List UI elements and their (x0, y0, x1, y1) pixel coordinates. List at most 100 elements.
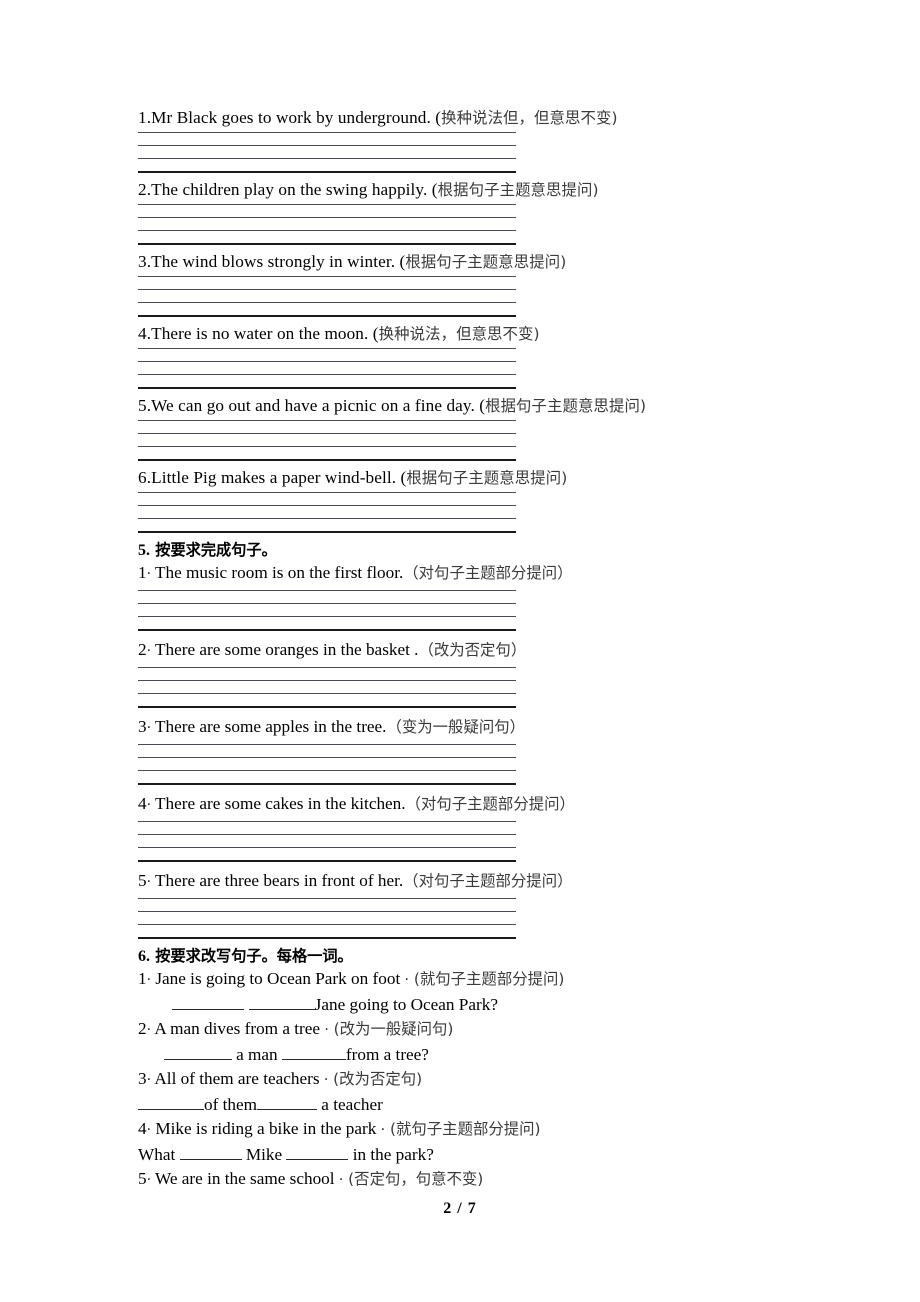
section5-item-1: 1· The music room is on the first floor.… (138, 561, 838, 638)
answer-suffix: a teacher (316, 1095, 383, 1114)
item-text: 1· The music room is on the first floor.… (138, 561, 838, 586)
item-chinese-hint: （对句子主题部分提问） (403, 564, 573, 582)
item-number: 3 (138, 717, 147, 736)
answer-rule (138, 590, 516, 591)
answer-rule (138, 821, 516, 822)
item-number: 3 (138, 1069, 147, 1088)
answer-rule (138, 505, 516, 506)
answer-ruling[interactable] (138, 586, 516, 638)
section-5-title: 按要求完成句子。 (150, 541, 277, 559)
answer-rule (138, 911, 516, 912)
item-chinese-hint: （对句子主题部分提问） (405, 795, 575, 813)
item-text: 1· Jane is going to Ocean Park on foot ·… (138, 967, 838, 992)
section-5-number: 5. (138, 542, 150, 559)
question-chinese-hint: 换种说法但，但意思不变 (441, 109, 612, 127)
page-number: 2 / 7 (443, 1200, 477, 1217)
answer-suffix: from a tree? (345, 1045, 429, 1064)
question-paren-close: ) (560, 253, 567, 271)
answer-ruling[interactable] (138, 128, 516, 180)
answer-prefix (138, 1045, 164, 1064)
section5-item-3: 3· There are some apples in the tree.（变为… (138, 715, 838, 792)
answer-rule (138, 706, 516, 708)
answer-blank[interactable] (248, 994, 315, 1010)
section-6-heading: 6. 按要求改写句子。每格一词。 (138, 946, 838, 967)
question-text: 6.Little Pig makes a paper wind-bell. (根… (138, 468, 838, 488)
answer-rule (138, 603, 516, 604)
answer-rule (138, 847, 516, 848)
answer-rule (138, 387, 516, 389)
item-english: We are in the same school (151, 1169, 339, 1188)
item-text: 5· We are in the same school · (否定句，句意不变… (138, 1167, 838, 1192)
question-chinese-hint: 根据句子主题意思提问 (485, 397, 640, 415)
question-group-3: 3.The wind blows strongly in winter. (根据… (138, 252, 838, 324)
item-text: 5· There are three bears in front of her… (138, 869, 838, 894)
page-content: 1.Mr Black goes to work by underground. … (138, 108, 838, 1192)
question-paren-close: ) (592, 181, 599, 199)
section6-item-4: 4· Mike is riding a bike in the park · (… (138, 1117, 838, 1167)
answer-rule (138, 667, 516, 668)
question-group-4: 4.There is no water on the moon. (换种说法，但… (138, 324, 838, 396)
answer-blank[interactable] (256, 1094, 317, 1110)
item-text: 4· There are some cakes in the kitchen.（… (138, 792, 838, 817)
answer-rule (138, 217, 516, 218)
answer-blank[interactable] (138, 1094, 204, 1110)
answer-rule (138, 898, 516, 899)
answer-suffix: in the park? (348, 1145, 434, 1164)
item-chinese-hint: (否定句，句意不变) (343, 1170, 484, 1188)
answer-rule (138, 420, 516, 421)
answer-middle: Mike (241, 1145, 287, 1164)
question-text: 2.The children play on the swing happily… (138, 180, 838, 200)
item-english: Mike is riding a bike in the park (151, 1119, 381, 1138)
section-5-heading: 5. 按要求完成句子。 (138, 540, 838, 561)
answer-ruling[interactable] (138, 272, 516, 324)
question-group-5: 5.We can go out and have a picnic on a f… (138, 396, 838, 468)
item-chinese-hint: (就句子主题部分提问) (408, 970, 565, 988)
item-number: 1 (138, 969, 147, 988)
answer-blank[interactable] (179, 1144, 242, 1160)
answer-rule (138, 783, 516, 785)
answer-ruling[interactable] (138, 663, 516, 715)
answer-rule (138, 616, 516, 617)
item-number: 4 (138, 1119, 147, 1138)
answer-ruling[interactable] (138, 894, 516, 946)
answer-rule (138, 680, 516, 681)
answer-ruling[interactable] (138, 817, 516, 869)
item-english: A man dives from a tree (151, 1019, 325, 1038)
item-english: There are some oranges in the basket . (151, 640, 419, 659)
answer-ruling[interactable] (138, 344, 516, 396)
answer-middle: of them (204, 1095, 257, 1114)
question-english: 6.Little Pig makes a paper wind-bell. ( (138, 468, 407, 487)
answer-rule (138, 276, 516, 277)
answer-blank[interactable] (286, 1144, 349, 1160)
answer-ruling[interactable] (138, 740, 516, 792)
answer-middle: a man (231, 1045, 282, 1064)
answer-suffix: Jane going to Ocean Park? (314, 995, 498, 1014)
answer-ruling[interactable] (138, 488, 516, 540)
item-text: 2· A man dives from a tree · (改为一般疑问句) (138, 1017, 838, 1042)
question-text: 1.Mr Black goes to work by underground. … (138, 108, 838, 128)
answer-rule (138, 770, 516, 771)
answer-rule (138, 924, 516, 925)
section6-item-5: 5· We are in the same school · (否定句，句意不变… (138, 1167, 838, 1192)
item-text: 3· There are some apples in the tree.（变为… (138, 715, 838, 740)
answer-blank[interactable] (172, 994, 245, 1010)
item-chinese-hint: (就句子主题部分提问) (385, 1120, 541, 1138)
question-text: 3.The wind blows strongly in winter. (根据… (138, 252, 838, 272)
answer-rule (138, 629, 516, 631)
section5-item-4: 4· There are some cakes in the kitchen.（… (138, 792, 838, 869)
item-english: There are some cakes in the kitchen. (151, 794, 406, 813)
answer-rule (138, 860, 516, 862)
question-text: 5.We can go out and have a picnic on a f… (138, 396, 838, 416)
question-paren-close: ) (640, 397, 647, 415)
answer-ruling[interactable] (138, 416, 516, 468)
answer-ruling[interactable] (138, 200, 516, 252)
answer-blank[interactable] (163, 1044, 232, 1060)
answer-blank[interactable] (281, 1044, 346, 1060)
question-paren-close: ) (561, 469, 568, 487)
section6-item-1: 1· Jane is going to Ocean Park on foot ·… (138, 967, 838, 1017)
question-english: 3.The wind blows strongly in winter. ( (138, 252, 406, 271)
answer-rule (138, 361, 516, 362)
answer-rule (138, 243, 516, 245)
answer-rule (138, 204, 516, 205)
item-text: 2· There are some oranges in the basket … (138, 638, 838, 663)
